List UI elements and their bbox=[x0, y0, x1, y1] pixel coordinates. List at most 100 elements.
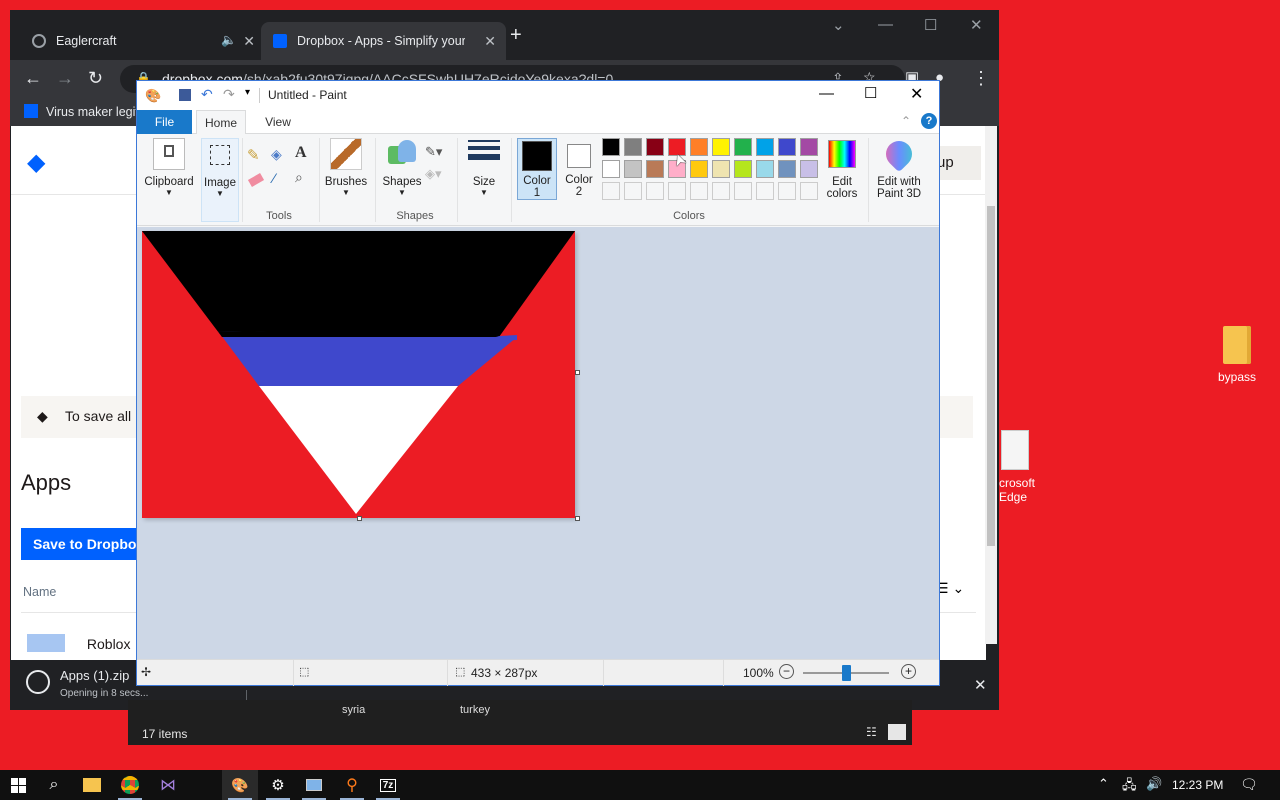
dropbox-logo-icon[interactable]: ◆ bbox=[27, 148, 45, 177]
redo-icon[interactable]: ↷ bbox=[223, 86, 235, 103]
close-downloads-icon[interactable]: ✕ bbox=[974, 676, 987, 694]
text-icon[interactable]: A bbox=[295, 144, 307, 162]
color-swatch[interactable] bbox=[712, 160, 730, 178]
save-icon[interactable] bbox=[179, 89, 191, 101]
close-tab-icon[interactable]: ✕ bbox=[243, 33, 255, 50]
clock[interactable]: 12:23 PM bbox=[1172, 778, 1223, 792]
zoom-out-icon[interactable]: − bbox=[779, 664, 794, 679]
tab-home[interactable]: Home bbox=[196, 110, 246, 135]
search-button[interactable]: ⌕ bbox=[36, 770, 72, 800]
forward-icon[interactable]: → bbox=[56, 68, 74, 88]
resize-handle-right[interactable] bbox=[575, 370, 580, 375]
maximize-icon[interactable]: ☐ bbox=[864, 84, 877, 102]
minimize-icon[interactable]: — bbox=[819, 85, 834, 102]
taskbar-chrome[interactable] bbox=[112, 770, 148, 800]
taskbar-photos[interactable] bbox=[296, 770, 332, 800]
zoom-slider[interactable] bbox=[803, 665, 889, 681]
color-swatch[interactable] bbox=[778, 160, 796, 178]
color-swatch[interactable] bbox=[800, 160, 818, 178]
column-header-name[interactable]: Name bbox=[23, 585, 56, 599]
empty-swatch[interactable] bbox=[800, 182, 818, 200]
close-icon[interactable]: ✕ bbox=[970, 16, 983, 34]
taskbar-visual-studio[interactable]: ⋈ bbox=[150, 770, 186, 800]
empty-swatch[interactable] bbox=[712, 182, 730, 200]
network-icon[interactable]: 🖧 bbox=[1122, 776, 1137, 798]
resize-handle-bottom[interactable] bbox=[357, 516, 362, 521]
color1-button[interactable]: Color 1 bbox=[517, 138, 557, 200]
shapes-button[interactable]: Shapes ▼ bbox=[379, 138, 425, 197]
color-swatch[interactable] bbox=[756, 138, 774, 156]
empty-swatch[interactable] bbox=[668, 182, 686, 200]
brushes-button[interactable]: Brushes ▼ bbox=[323, 138, 369, 197]
start-button[interactable] bbox=[0, 770, 36, 800]
maximize-icon[interactable]: ☐ bbox=[924, 16, 937, 34]
image-button[interactable]: Image ▼ bbox=[201, 138, 239, 222]
desktop-icon-bypass[interactable]: bypass bbox=[1212, 326, 1262, 384]
size-button[interactable]: Size ▼ bbox=[463, 138, 505, 197]
help-icon[interactable]: ? bbox=[921, 113, 937, 129]
shape-fill-icon[interactable]: ◈▾ bbox=[425, 166, 442, 182]
color-picker-icon[interactable]: ⁄ bbox=[273, 170, 275, 186]
scrollbar-thumb[interactable] bbox=[987, 206, 995, 546]
color-swatch[interactable] bbox=[646, 160, 664, 178]
empty-swatch[interactable] bbox=[734, 182, 752, 200]
fill-icon[interactable]: ◈ bbox=[271, 146, 282, 163]
color2-button[interactable]: Color 2 bbox=[559, 138, 599, 198]
zoom-slider-thumb[interactable] bbox=[842, 665, 851, 681]
save-to-dropbox-button[interactable]: Save to Dropbox bbox=[21, 528, 151, 560]
details-view-icon[interactable]: ☷ bbox=[866, 725, 877, 739]
list-item[interactable]: Roblox bbox=[27, 634, 130, 652]
close-tab-icon[interactable]: ✕ bbox=[484, 33, 496, 50]
color-swatch[interactable] bbox=[624, 138, 642, 156]
tab-view[interactable]: View bbox=[254, 110, 302, 134]
resize-handle-corner[interactable] bbox=[575, 516, 580, 521]
magnifier-icon[interactable]: ⌕ bbox=[295, 169, 303, 186]
reload-icon[interactable]: ↻ bbox=[88, 68, 103, 88]
taskbar-search-app[interactable]: ⚲ bbox=[334, 770, 370, 800]
edit-with-paint3d-button[interactable]: Edit with Paint 3D bbox=[871, 135, 927, 200]
empty-swatch[interactable] bbox=[778, 182, 796, 200]
color-swatch[interactable] bbox=[778, 138, 796, 156]
tab-eaglercraft[interactable]: Eaglercraft 🔈 ✕ bbox=[20, 22, 265, 60]
color-swatch[interactable] bbox=[602, 160, 620, 178]
minimize-icon[interactable]: — bbox=[878, 16, 893, 33]
zoom-in-icon[interactable]: + bbox=[901, 664, 916, 679]
color-swatch[interactable] bbox=[624, 160, 642, 178]
color-swatch[interactable] bbox=[646, 138, 664, 156]
tab-file[interactable]: File bbox=[137, 110, 192, 134]
drawing-canvas[interactable] bbox=[142, 231, 575, 518]
speaker-icon[interactable]: 🔈 bbox=[221, 33, 237, 48]
color-swatch[interactable] bbox=[800, 138, 818, 156]
taskbar-file-explorer[interactable] bbox=[74, 770, 110, 800]
page-scrollbar[interactable] bbox=[985, 126, 997, 644]
color-swatch[interactable] bbox=[734, 138, 752, 156]
edit-colors-button[interactable]: Edit colors bbox=[821, 138, 863, 200]
outline-icon[interactable]: ✎▾ bbox=[425, 144, 442, 160]
pencil-icon[interactable]: ✎ bbox=[247, 146, 260, 164]
empty-swatch[interactable] bbox=[624, 182, 642, 200]
new-tab-icon[interactable]: + bbox=[510, 24, 522, 47]
eraser-icon[interactable] bbox=[247, 173, 265, 187]
undo-icon[interactable]: ↶ bbox=[201, 86, 213, 103]
empty-swatch[interactable] bbox=[646, 182, 664, 200]
back-icon[interactable]: ← bbox=[24, 68, 42, 88]
color-swatch[interactable] bbox=[756, 160, 774, 178]
collapse-ribbon-icon[interactable]: ⌃ bbox=[901, 114, 911, 128]
list-options-icon[interactable]: ☰ ⌄ bbox=[936, 580, 964, 597]
empty-swatch[interactable] bbox=[756, 182, 774, 200]
menu-icon[interactable]: ⋮ bbox=[972, 68, 990, 88]
clipboard-button[interactable]: Clipboard ▼ bbox=[141, 138, 197, 197]
tiles-view-icon[interactable] bbox=[888, 724, 906, 740]
color-swatch[interactable] bbox=[690, 138, 708, 156]
customize-qat-icon[interactable]: ▾ bbox=[245, 87, 250, 98]
taskbar-7zip[interactable]: 7z bbox=[370, 770, 406, 800]
bookmark-item[interactable]: Virus maker legit bbox=[24, 104, 139, 119]
color-swatch[interactable] bbox=[734, 160, 752, 178]
taskbar-settings[interactable]: ⚙ bbox=[260, 770, 296, 800]
color-swatch[interactable] bbox=[690, 160, 708, 178]
notifications-icon[interactable]: 🗨 bbox=[1240, 776, 1258, 793]
color-swatch[interactable] bbox=[602, 138, 620, 156]
tab-search-icon[interactable]: ⌄ bbox=[832, 16, 845, 34]
tab-dropbox[interactable]: Dropbox - Apps - Simplify your li ✕ bbox=[261, 22, 506, 60]
show-hidden-icons[interactable]: ⌃ bbox=[1098, 776, 1109, 792]
